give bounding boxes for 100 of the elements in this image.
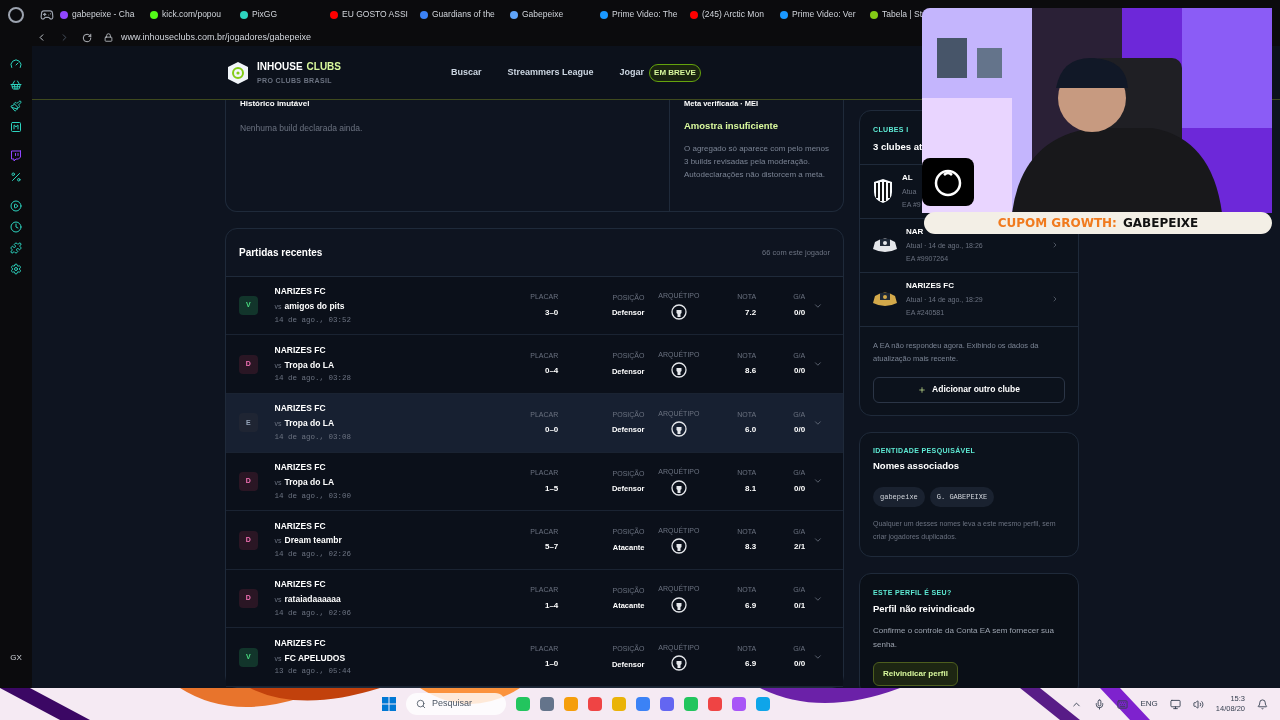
opponent-name: FC APELUDOS bbox=[284, 651, 346, 665]
browser-tab[interactable]: PixGG bbox=[240, 8, 326, 21]
app-icon[interactable] bbox=[540, 697, 554, 711]
card-title: 3 clubes at bbox=[873, 139, 924, 154]
gamepad-icon[interactable] bbox=[40, 7, 54, 22]
card-title: Histórico imutável bbox=[240, 100, 311, 110]
fist-icon bbox=[670, 362, 687, 379]
language-indicator[interactable]: ENG bbox=[1140, 698, 1158, 710]
app-icon[interactable] bbox=[756, 697, 770, 711]
keyboard-icon[interactable] bbox=[1117, 698, 1129, 710]
address-field[interactable]: www.inhouseclubs.com.br/jogadores/gabepeixe bbox=[121, 30, 312, 45]
opponent-name: Dream teambr bbox=[284, 534, 342, 548]
club-name: NARIZES FC bbox=[274, 578, 327, 591]
brand-accent[interactable]: CLUBS bbox=[306, 61, 341, 72]
m-square-icon[interactable] bbox=[10, 121, 22, 133]
rating: 6.0 bbox=[745, 424, 757, 437]
opponent-name: amigos do pits bbox=[284, 300, 345, 313]
banner-accent: CUPOM GROWTH: bbox=[997, 215, 1117, 232]
crest-icon bbox=[872, 178, 894, 205]
club-name: NARIZES FC bbox=[274, 636, 327, 650]
app-icon[interactable] bbox=[636, 697, 650, 711]
goals-assists: 2/1 bbox=[794, 541, 806, 554]
app-icon[interactable] bbox=[684, 697, 698, 711]
chevron-icon bbox=[1051, 241, 1059, 250]
browser-tab[interactable]: Prime Video: The bbox=[600, 8, 686, 21]
browser-logo-icon[interactable] bbox=[8, 6, 24, 23]
percent-icon[interactable] bbox=[10, 171, 22, 183]
score: 1–0 bbox=[544, 658, 559, 671]
history-icon[interactable] bbox=[10, 221, 22, 233]
section-title: Partidas recentes bbox=[239, 245, 323, 260]
logo-icon[interactable] bbox=[227, 60, 249, 85]
mic-icon[interactable] bbox=[1094, 698, 1106, 710]
browser-tab[interactable]: Gabepeixe bbox=[510, 8, 596, 21]
lock-icon bbox=[104, 33, 113, 42]
opponent-name: rataiadaaaaaa bbox=[284, 593, 341, 606]
browser-tab[interactable]: gabepeixe - Cha bbox=[60, 8, 146, 21]
browser-tab[interactable]: kick.com/popou bbox=[150, 8, 236, 21]
app-icon[interactable] bbox=[588, 697, 602, 711]
app-icon[interactable] bbox=[564, 697, 578, 711]
rating: 8.1 bbox=[745, 482, 757, 495]
fist-icon bbox=[670, 303, 687, 320]
reload-icon[interactable] bbox=[82, 32, 92, 43]
fist-icon bbox=[670, 655, 687, 672]
opponent-name: Tropa do LA bbox=[284, 417, 335, 430]
score: 1–5 bbox=[544, 482, 559, 495]
club-name: NARIZES FC bbox=[274, 519, 327, 533]
goals-assists: 0/0 bbox=[794, 658, 806, 671]
banner-text: GABEPEIXE bbox=[1122, 215, 1199, 232]
app-icon[interactable] bbox=[516, 697, 530, 711]
basket-icon[interactable] bbox=[10, 79, 22, 91]
rating: 7.2 bbox=[745, 306, 757, 319]
windows-icon[interactable] bbox=[382, 697, 396, 711]
brand-name[interactable]: INHOUSE bbox=[257, 61, 303, 72]
score: 0–0 bbox=[544, 424, 559, 437]
rating: 6.9 bbox=[745, 658, 757, 671]
notification-icon[interactable] bbox=[1257, 698, 1268, 710]
settings-icon[interactable] bbox=[10, 263, 22, 275]
nav-link[interactable]: Streammers League bbox=[507, 65, 594, 80]
fist-icon bbox=[670, 538, 687, 555]
status-text: Amostra insuficiente bbox=[684, 119, 779, 134]
info-text: O agregado só aparece com pelo menos 3 builds revisadas pela moderação. Autodeclarações não distorcem a meta. bbox=[684, 142, 830, 181]
info-text: Confirme o controle da Conta EA sem fornecer sua senha. bbox=[873, 624, 1055, 651]
club-name: NARIZES FC bbox=[274, 402, 327, 416]
empty-message: Nenhuma build declarada ainda. bbox=[240, 122, 364, 135]
play-icon[interactable] bbox=[10, 200, 22, 212]
app-icon[interactable] bbox=[732, 697, 746, 711]
expand-icon[interactable] bbox=[813, 535, 823, 545]
rating: 8.6 bbox=[745, 365, 757, 378]
app-icon[interactable] bbox=[660, 697, 674, 711]
browser-tab[interactable]: Prime Video: Ver bbox=[780, 8, 866, 21]
browser-tab[interactable]: EU GOSTO ASSI bbox=[330, 8, 416, 21]
network-icon[interactable] bbox=[1169, 698, 1181, 710]
search-icon bbox=[416, 699, 426, 709]
fist-icon bbox=[670, 596, 687, 613]
soon-badge: EM BREVE bbox=[649, 63, 701, 82]
card-title: Nomes associados bbox=[873, 459, 961, 474]
sidebar-label[interactable]: GX bbox=[10, 652, 22, 664]
club-name: AL bbox=[902, 171, 914, 184]
club-name: NARIZES FC bbox=[274, 343, 327, 357]
fist-icon bbox=[670, 479, 687, 496]
search-field[interactable]: Pesquisar bbox=[406, 693, 506, 715]
score: 3–0 bbox=[544, 306, 559, 319]
card-title: Perfil não reivindicado bbox=[873, 601, 976, 616]
chat-icon[interactable] bbox=[10, 150, 22, 162]
opponent-name: Tropa do LA bbox=[284, 358, 335, 372]
score: 0–4 bbox=[544, 365, 559, 378]
nav-link[interactable]: Buscar bbox=[451, 65, 482, 80]
puzzle-icon[interactable] bbox=[10, 242, 22, 254]
volume-icon[interactable] bbox=[1192, 698, 1204, 710]
rating: 8.3 bbox=[745, 541, 757, 554]
browser-tab[interactable]: Guardians of the bbox=[420, 8, 506, 21]
app-icon[interactable] bbox=[708, 697, 722, 711]
goals-assists: 0/0 bbox=[794, 482, 806, 495]
speed-icon[interactable] bbox=[10, 58, 22, 70]
add-club-button[interactable]: Adicionar outro clube bbox=[873, 376, 1065, 403]
browser-tab[interactable]: (245) Arctic Mon bbox=[690, 8, 776, 21]
nav-link[interactable]: Jogar bbox=[619, 65, 645, 80]
brush-icon[interactable] bbox=[10, 100, 22, 112]
chevron-icon bbox=[1051, 295, 1059, 304]
claim-button[interactable]: Reivindicar perfil bbox=[873, 661, 958, 686]
